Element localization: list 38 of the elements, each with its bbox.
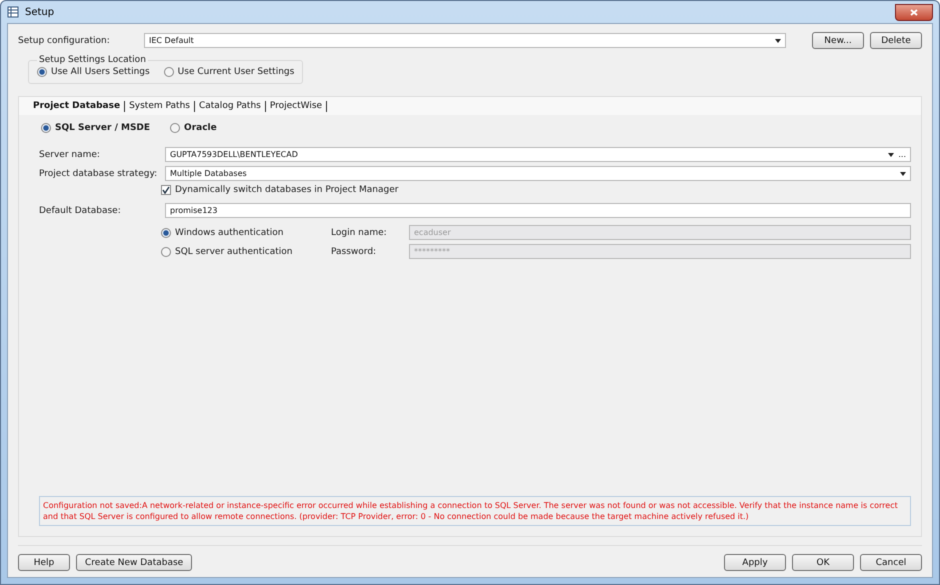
radio-button[interactable]: Use All Users Settings bbox=[37, 67, 150, 77]
table-icon bbox=[7, 6, 19, 18]
radio-button[interactable]: SQL server authentication bbox=[161, 246, 325, 256]
tab[interactable]: System Paths bbox=[125, 100, 195, 112]
field-label: Login name: bbox=[331, 228, 388, 238]
configuration-dropdown[interactable]: IEC Default bbox=[144, 33, 786, 48]
error-message: Configuration not saved:A network-related or instance-specific error occurred while establishing a connection to SQL Server. The server was not found or was not accessible. Verify that the instance name is correct and that SQL Server is configured to allow remote connections. (provider: TCP Provider, error: 0 - No connection could be made because the target machine actively refused it.) bbox=[39, 496, 911, 526]
radio-button[interactable]: Use Current User Settings bbox=[164, 67, 294, 77]
strategy-dropdown[interactable]: Multiple Databases bbox=[165, 166, 911, 181]
field-label: Setup configuration: bbox=[18, 36, 111, 46]
close-button[interactable] bbox=[895, 4, 933, 20]
group-title: Setup Settings Location bbox=[38, 55, 147, 65]
radio-button[interactable]: SQL Server / MSDE bbox=[41, 123, 150, 133]
radio-button[interactable]: Windows authentication bbox=[161, 228, 325, 238]
footer-button[interactable]: Create New Database bbox=[76, 554, 192, 571]
caret-icon[interactable] bbox=[888, 152, 894, 156]
checkmark-icon[interactable] bbox=[162, 186, 170, 194]
checkbox[interactable]: Dynamically switch databases in Project Manager bbox=[161, 185, 911, 195]
action-button[interactable]: New... bbox=[812, 32, 864, 49]
caret-icon[interactable] bbox=[775, 38, 781, 42]
footer-button[interactable]: Help bbox=[18, 554, 70, 571]
server-name-field[interactable]: GUPTA7593DELL\BENTLEYECAD ... bbox=[165, 147, 911, 162]
caret-icon[interactable] bbox=[900, 172, 906, 176]
field-label: Default Database: bbox=[39, 206, 122, 216]
footer-button[interactable]: OK bbox=[792, 554, 854, 571]
default-database-field[interactable]: promise123 bbox=[165, 203, 911, 218]
window-title: Setup bbox=[25, 6, 54, 18]
tab[interactable]: Catalog Paths bbox=[194, 100, 266, 112]
field-label: Password: bbox=[331, 246, 378, 256]
field-label: Project database strategy: bbox=[39, 168, 158, 178]
footer-button[interactable]: Cancel bbox=[860, 554, 922, 571]
close-icon[interactable] bbox=[910, 8, 918, 16]
tab[interactable]: Project Database bbox=[29, 100, 126, 112]
footer-button[interactable]: Apply bbox=[724, 554, 786, 571]
radio-button[interactable]: Oracle bbox=[170, 123, 217, 133]
field-label: Server name: bbox=[39, 150, 101, 160]
action-button[interactable]: Delete bbox=[870, 32, 922, 49]
tab[interactable]: ProjectWise bbox=[266, 100, 328, 112]
